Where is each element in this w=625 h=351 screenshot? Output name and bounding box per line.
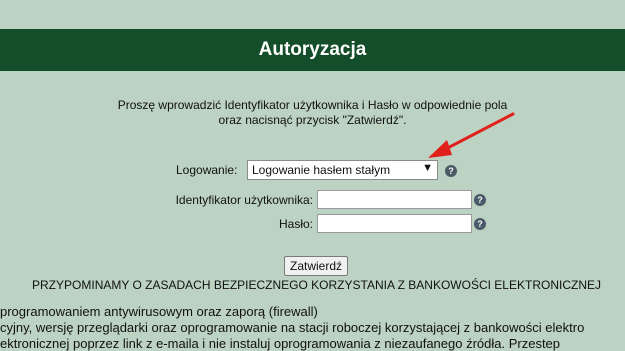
annotation-arrow-icon bbox=[428, 112, 515, 158]
